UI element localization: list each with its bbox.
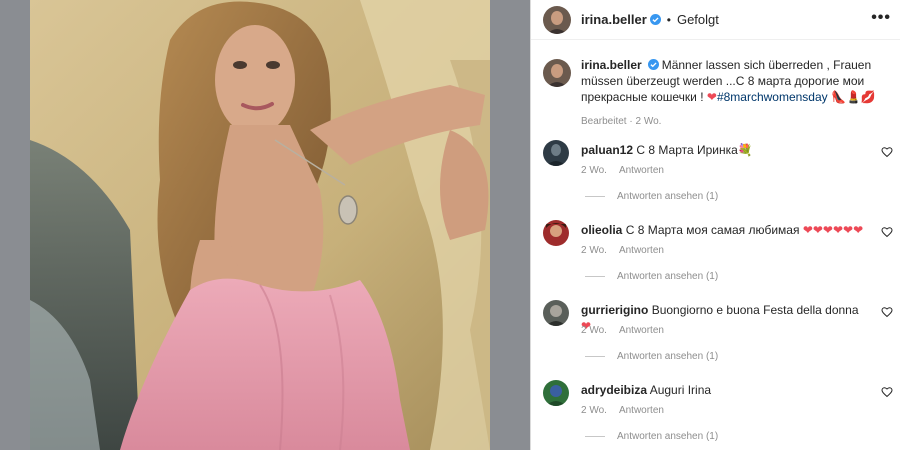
separator-dot: •	[666, 12, 671, 27]
comment-item: gurrierigino Buongiorno e buona Festa de…	[531, 300, 900, 380]
left-backdrop	[0, 0, 30, 450]
verified-badge-icon	[649, 14, 661, 25]
comment-item: paluan12 С 8 Марта Иринка💐 2 Wo. Antworte…	[531, 140, 900, 220]
heart-outline-icon[interactable]	[881, 226, 893, 238]
comment-text: paluan12 С 8 Марта Иринка💐	[581, 142, 871, 158]
replies-divider	[585, 196, 605, 197]
comment-username[interactable]: adrydeibiza	[581, 383, 647, 397]
comment-body: С 8 Марта Иринка	[636, 143, 738, 157]
reply-button[interactable]: Antworten	[619, 405, 664, 416]
commenter-avatar[interactable]	[543, 300, 569, 326]
comment-meta: 2 Wo. Antworten	[581, 165, 664, 176]
comment-text: olieolia С 8 Марта моя самая любимая ❤❤❤…	[581, 222, 871, 238]
comment-body: Auguri Irina	[649, 383, 712, 397]
comment-body: С 8 Марта моя самая любимая	[625, 223, 800, 237]
caption-avatar[interactable]	[543, 59, 571, 87]
replies-divider	[585, 436, 605, 437]
photo-illustration	[30, 0, 490, 450]
post-header: irina.beller • Gefolgt •••	[531, 0, 900, 40]
comment-meta: 2 Wo. Antworten	[581, 405, 664, 416]
right-backdrop	[490, 0, 530, 450]
commenter-avatar[interactable]	[543, 220, 569, 246]
comment-username[interactable]: gurrierigino	[581, 303, 648, 317]
view-replies-label: Antworten ansehen (1)	[617, 431, 719, 442]
view-replies-button[interactable]: Antworten ansehen (1)	[585, 271, 718, 282]
reply-button[interactable]: Antworten	[619, 245, 664, 256]
comment-age: 2 Wo.	[581, 245, 607, 256]
comment-username[interactable]: paluan12	[581, 143, 633, 157]
heart-outline-icon[interactable]	[881, 146, 893, 158]
view-replies-label: Antworten ansehen (1)	[617, 271, 719, 282]
view-replies-button[interactable]: Antworten ansehen (1)	[585, 351, 718, 362]
comment-body: Buongiorno e buona Festa della donna	[651, 303, 859, 317]
comment-meta: 2 Wo. Antworten	[581, 325, 664, 336]
caption-hashtag[interactable]: #8marchwomensday	[717, 90, 828, 104]
follow-button[interactable]: Gefolgt	[677, 12, 719, 27]
view-replies-label: Antworten ansehen (1)	[617, 351, 719, 362]
view-replies-button[interactable]: Antworten ansehen (1)	[585, 431, 718, 442]
heart-outline-icon[interactable]	[881, 306, 893, 318]
comment-emoji: ❤❤❤❤❤❤	[802, 223, 864, 237]
post-side-panel: irina.beller • Gefolgt ••• irina.beller M…	[530, 0, 900, 450]
caption-emojis: 👠💄💋	[831, 90, 876, 104]
comment-item: olieolia С 8 Марта моя самая любимая ❤❤❤…	[531, 220, 900, 300]
view-replies-label: Antworten ansehen (1)	[617, 191, 719, 202]
caption-username[interactable]: irina.beller	[581, 58, 642, 72]
replies-divider	[585, 276, 605, 277]
reply-button[interactable]: Antworten	[619, 165, 664, 176]
reply-button[interactable]: Antworten	[619, 325, 664, 336]
post-photo	[30, 0, 490, 450]
verified-badge-icon	[647, 59, 659, 70]
more-options-icon[interactable]: •••	[871, 9, 891, 27]
comment-username[interactable]: olieolia	[581, 223, 622, 237]
commenter-avatar[interactable]	[543, 140, 569, 166]
replies-divider	[585, 356, 605, 357]
comment-emoji: 💐	[737, 143, 753, 157]
caption-heart-emoji: ❤	[706, 90, 717, 104]
heart-outline-icon[interactable]	[881, 386, 893, 398]
author-line: irina.beller • Gefolgt	[581, 12, 719, 27]
comment-text: adrydeibiza Auguri Irina	[581, 382, 871, 398]
comment-age: 2 Wo.	[581, 325, 607, 336]
post-caption: irina.beller Männer lassen sich überreden…	[581, 57, 896, 130]
caption-meta: Bearbeitet · 2 Wo.	[581, 116, 662, 127]
author-avatar[interactable]	[543, 6, 571, 34]
comment-age: 2 Wo.	[581, 165, 607, 176]
comment-age: 2 Wo.	[581, 405, 607, 416]
comment-item: adrydeibiza Auguri Irina 2 Wo. Antworten …	[531, 380, 900, 450]
view-replies-button[interactable]: Antworten ansehen (1)	[585, 191, 718, 202]
comment-meta: 2 Wo. Antworten	[581, 245, 664, 256]
commenter-avatar[interactable]	[543, 380, 569, 406]
author-username[interactable]: irina.beller	[581, 12, 647, 27]
